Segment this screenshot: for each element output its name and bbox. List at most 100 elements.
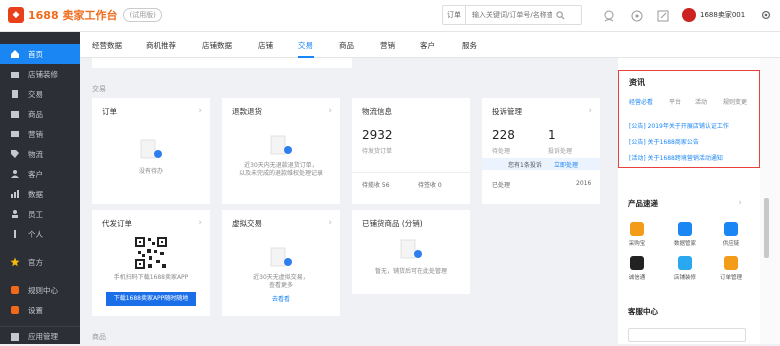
row-right: 待签收 0 [418, 182, 442, 189]
complaint-count-label: 待处理 [492, 148, 511, 155]
sidebar-item-staff[interactable]: 员工 [0, 204, 80, 224]
avatar[interactable] [682, 8, 696, 22]
sidebar-item-trade[interactable]: 交易 [0, 84, 80, 104]
wholesale-card[interactable]: 已铺货商品 (分销) 暂无，铺货后可在此处管理 [352, 210, 470, 294]
tab-shop-data[interactable]: 店铺数据 [202, 40, 232, 51]
section-title-goods: 商品 [92, 333, 106, 341]
sidebar-item-person[interactable]: 个人 [0, 224, 80, 244]
logistics-card[interactable]: 物流信息 2932 待发货订单 待揽收 56 待签收 0 [352, 98, 470, 204]
sidebar-item-app[interactable]: 应用管理 [0, 326, 80, 346]
tab-goods[interactable]: 商品 [339, 40, 354, 51]
search-box: 订单 [442, 5, 582, 25]
search-scope-select[interactable]: 订单 [443, 6, 466, 24]
product-item[interactable]: 数据管家 [670, 222, 700, 247]
complaint-card[interactable]: 投诉管理 › 228 待处理 1 投诉处理 您有1条投诉 立即处理 已处理 20… [482, 98, 600, 204]
sidebar-item-label: 数据 [28, 189, 43, 199]
sidebar-item-label: 首页 [28, 49, 43, 59]
empty-state-icon [140, 139, 162, 159]
row-left: 已处理 [492, 182, 511, 189]
sidebar-item-tag[interactable]: 物流 [0, 144, 80, 164]
row-left: 待揽收 56 [362, 182, 390, 189]
notice-link[interactable]: 立即处理 [554, 160, 578, 169]
tab-shop[interactable]: 店铺 [258, 40, 273, 51]
card-title: 物流信息 [362, 107, 392, 116]
tab-opportunity[interactable]: 商机推荐 [146, 40, 176, 51]
service-icon[interactable] [630, 9, 644, 23]
sidebar-item-official[interactable]: 官方 [0, 252, 80, 272]
news-item[interactable]: [公告] 2019年关于开展店铺认证工作 [629, 121, 729, 130]
empty-text: 暂无，铺货后可在此处管理 [374, 268, 447, 275]
empty-text: 没有待办 [138, 168, 163, 175]
sidebar-item-data[interactable]: 数据 [0, 184, 80, 204]
news-tab[interactable]: 经营必看 [629, 97, 653, 106]
sidebar-item-label: 物流 [28, 149, 43, 159]
card-title: 已铺货商品 (分销) [362, 219, 423, 228]
settings-icon[interactable] [760, 9, 774, 23]
tab-trade[interactable]: 交易 [298, 40, 313, 51]
tab-service[interactable]: 服务 [462, 40, 477, 51]
message-icon[interactable] [602, 9, 616, 23]
service-search-input[interactable] [628, 328, 746, 342]
star-icon [10, 257, 20, 267]
product-label: 数据管家 [673, 241, 696, 247]
product-item[interactable]: 诚信通 [622, 256, 652, 281]
product-icon [630, 256, 644, 270]
products-panel: 产品速递 › 采购宝 数据管家 供应链 诚信通 店铺装修 订单管理 [618, 190, 760, 290]
username[interactable]: 1688卖家001 [700, 10, 745, 20]
news-title: 资讯 [629, 78, 645, 87]
orders-card[interactable]: 订单 › 没有待办 [92, 98, 210, 204]
sidebar-item-finance[interactable]: 营销 [0, 124, 80, 144]
chevron-right-icon[interactable]: › [588, 106, 592, 116]
sidebar-item-settings[interactable]: 设置 [0, 300, 80, 320]
trade-icon [10, 89, 20, 99]
chevron-right-icon[interactable]: › [328, 218, 332, 228]
sidebar-item-customer[interactable]: 客户 [0, 164, 80, 184]
news-tab[interactable]: 平台 [669, 97, 681, 106]
sidebar-item-shop[interactable]: 店铺装修 [0, 64, 80, 84]
virtual-card[interactable]: 虚拟交易 › 近30天无虚拟交易， 查看更多 去看看 [222, 210, 340, 316]
news-tab[interactable]: 活动 [695, 97, 707, 106]
chevron-right-icon[interactable]: › [328, 106, 332, 116]
product-item[interactable]: 店铺装修 [670, 256, 700, 281]
product-item[interactable]: 订单管理 [716, 256, 746, 281]
sidebar-item-label: 客户 [28, 169, 43, 179]
download-app-button[interactable]: 下载1688卖家APP随时随地 [106, 292, 196, 306]
goods-icon [10, 109, 20, 119]
product-item[interactable]: 采购宝 [622, 222, 652, 247]
sidebar-item-label: 设置 [28, 305, 43, 315]
news-item[interactable]: [公告] 关于1688商家公告 [629, 137, 699, 146]
search-button[interactable] [552, 6, 568, 24]
chevron-right-icon[interactable]: › [738, 198, 742, 208]
product-icon [724, 222, 738, 236]
news-tab[interactable]: 规则变更 [723, 97, 747, 106]
empty-state-icon [270, 135, 292, 155]
tab-marketing[interactable]: 营销 [380, 40, 395, 51]
sidebar-item-rule[interactable]: 规则中心 [0, 280, 80, 300]
agent-card[interactable]: 代发订单 › 手机扫码下载1688卖家APP 下载1688卖家APP随时随地 [92, 210, 210, 316]
chevron-right-icon[interactable]: › [198, 218, 202, 228]
tab-business-data[interactable]: 经营数据 [92, 40, 122, 51]
sidebar-item-home[interactable]: 首页 [0, 44, 80, 64]
app-logo[interactable]: ◆ 1688 卖家工作台 (试用版) [8, 7, 162, 23]
sidebar-item-goods[interactable]: 商品 [0, 104, 80, 124]
news-item[interactable]: [活动] 关于1688跨境营销活动通知 [629, 153, 723, 162]
scrollbar-thumb[interactable] [764, 198, 769, 258]
card-title: 代发订单 [102, 219, 132, 228]
top-bar: ◆ 1688 卖家工作台 (试用版) 订单 1688卖家001 [0, 0, 780, 32]
edit-icon[interactable] [656, 9, 670, 23]
service-title: 客服中心 [628, 307, 658, 316]
product-item[interactable]: 供应链 [716, 222, 746, 247]
card-title: 投诉管理 [492, 107, 522, 116]
news-panel: 资讯 经营必看 平台 活动 规则变更 [公告] 2019年关于开展店铺认证工作 … [618, 70, 760, 168]
scrollbar-track[interactable] [760, 58, 780, 344]
home-icon [10, 49, 20, 59]
complaint-handle-label: 投诉处理 [548, 148, 573, 155]
notice-text: 您有1条投诉 [508, 162, 542, 169]
product-icon [724, 256, 738, 270]
chevron-right-icon[interactable]: › [198, 106, 202, 116]
search-input[interactable] [466, 11, 552, 19]
refund-card[interactable]: 退款退货 › 近30天内无退款退货订单， 以及未完成的退款维权处理记录 [222, 98, 340, 204]
tab-customer[interactable]: 客户 [420, 40, 435, 51]
virtual-link[interactable]: 去看看 [222, 296, 340, 304]
product-label: 供应链 [722, 241, 740, 247]
